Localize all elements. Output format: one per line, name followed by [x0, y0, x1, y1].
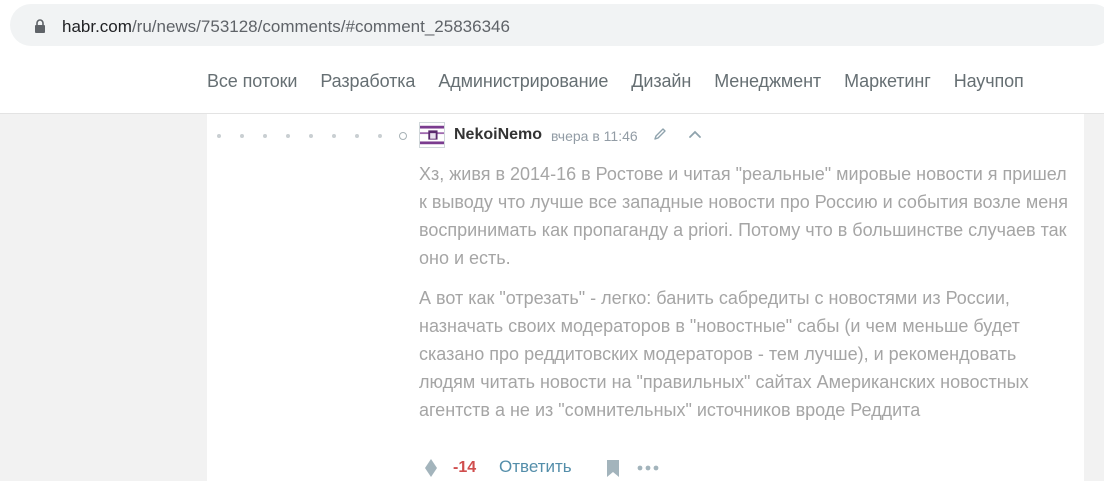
- nav-item-management[interactable]: Менеджмент: [714, 71, 821, 92]
- nav-list: Все потоки Разработка Администрирование …: [207, 71, 1047, 92]
- chevron-up-icon[interactable]: [688, 129, 702, 139]
- nav-item-development[interactable]: Разработка: [320, 71, 415, 92]
- url-host: habr.com: [62, 17, 132, 36]
- lock-icon[interactable]: [34, 19, 46, 33]
- comment-timestamp[interactable]: вчера в 11:46: [551, 128, 638, 144]
- comment-paragraph: Хз, живя в 2014-16 в Ростове и читая "ре…: [419, 164, 1068, 268]
- reply-button[interactable]: Ответить: [499, 457, 572, 477]
- nav-item-design[interactable]: Дизайн: [631, 71, 691, 92]
- thread-dot: [263, 134, 267, 138]
- avatar[interactable]: [419, 122, 445, 148]
- more-icon[interactable]: [637, 465, 659, 471]
- bookmark-icon[interactable]: [606, 459, 620, 478]
- comment-author[interactable]: NekoiNemo: [454, 126, 542, 144]
- browser-toolbar: habr.com/ru/news/753128/comments/#commen…: [0, 0, 1104, 52]
- nav-item-all-flows[interactable]: Все потоки: [207, 71, 297, 92]
- thread-dot: [240, 134, 244, 138]
- thread-dot: [355, 134, 359, 138]
- vote-icon[interactable]: [424, 458, 438, 478]
- edit-icon[interactable]: [653, 127, 667, 141]
- comment-body: Хз, живя в 2014-16 в Ростове и читая "ре…: [419, 160, 1069, 436]
- thread-dot-current: [399, 132, 407, 140]
- thread-dot: [217, 134, 221, 138]
- nav-item-administration[interactable]: Администрирование: [438, 71, 608, 92]
- url-path: /ru/news/753128/comments/#comment_258363…: [131, 17, 510, 36]
- thread-depth-indicator: [217, 132, 407, 140]
- comment-paragraph: А вот как "отрезать" - легко: банить саб…: [419, 288, 1029, 420]
- thread-dot: [378, 134, 382, 138]
- thread-dot: [332, 134, 336, 138]
- url-text[interactable]: habr.com/ru/news/753128/comments/#commen…: [62, 17, 510, 37]
- nav-item-marketing[interactable]: Маркетинг: [844, 71, 931, 92]
- address-bar[interactable]: habr.com/ru/news/753128/comments/#commen…: [10, 4, 1104, 46]
- site-nav: Все потоки Разработка Администрирование …: [0, 52, 1104, 114]
- thread-dot: [309, 134, 313, 138]
- nav-item-popsci[interactable]: Научпоп: [954, 71, 1024, 92]
- comment-score: -14: [453, 459, 477, 476]
- thread-dot: [286, 134, 290, 138]
